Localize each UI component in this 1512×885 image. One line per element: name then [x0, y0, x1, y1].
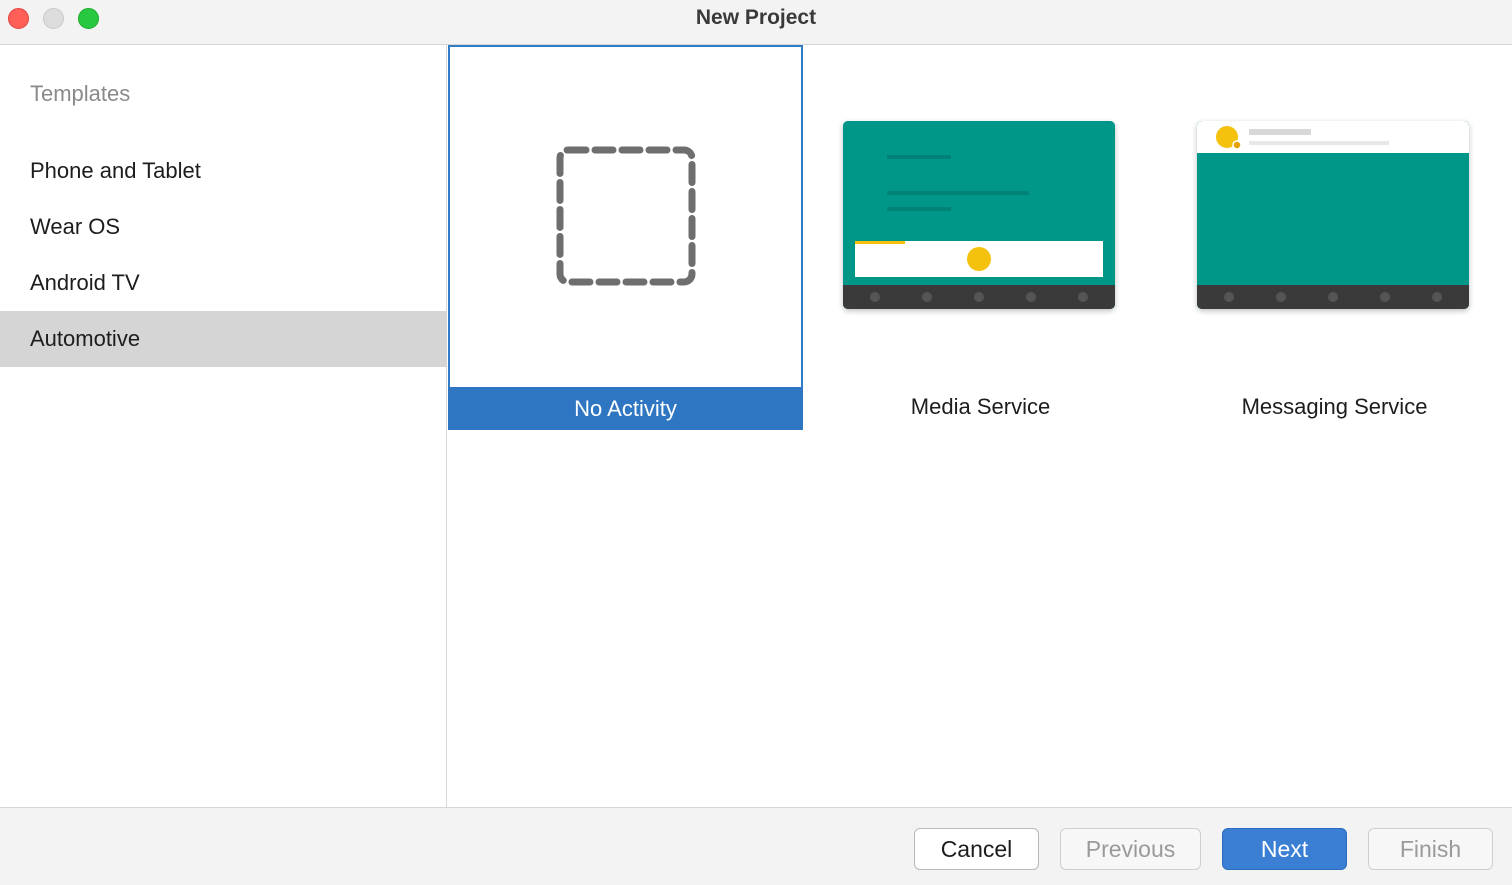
cancel-button[interactable]: Cancel [914, 828, 1039, 870]
template-label-media-service: Media Service [910, 393, 1051, 419]
sidebar-item-phone-and-tablet[interactable]: Phone and Tablet [0, 143, 447, 199]
dashed-square-icon [556, 146, 696, 286]
template-card-media-service[interactable]: Media Service [803, 45, 1158, 428]
previous-button[interactable]: Previous [1060, 828, 1201, 870]
messaging-service-preview [1197, 121, 1469, 309]
template-label-no-activity: No Activity [448, 387, 803, 430]
templates-sidebar: Templates Phone and Tablet Wear OS Andro… [0, 45, 447, 807]
title-bar: New Project [0, 0, 1512, 45]
finish-button[interactable]: Finish [1368, 828, 1493, 870]
dialog-footer: Cancel Previous Next Finish [0, 807, 1512, 885]
sidebar-heading: Templates [30, 81, 131, 106]
sidebar-list: Phone and Tablet Wear OS Android TV Auto… [0, 143, 447, 367]
template-card-messaging-service[interactable]: Messaging Service [1157, 45, 1512, 428]
sidebar-item-automotive[interactable]: Automotive [0, 311, 447, 367]
next-button[interactable]: Next [1222, 828, 1347, 870]
window-title: New Project [695, 6, 817, 29]
template-card-no-activity[interactable]: No Activity [448, 45, 803, 430]
template-label-messaging-service: Messaging Service [1241, 393, 1428, 419]
sidebar-item-wear-os[interactable]: Wear OS [0, 199, 447, 255]
sidebar-item-android-tv[interactable]: Android TV [0, 255, 447, 311]
template-grid: No Activity Media Service Messaging Serv… [448, 45, 1512, 807]
media-service-preview [843, 121, 1115, 309]
